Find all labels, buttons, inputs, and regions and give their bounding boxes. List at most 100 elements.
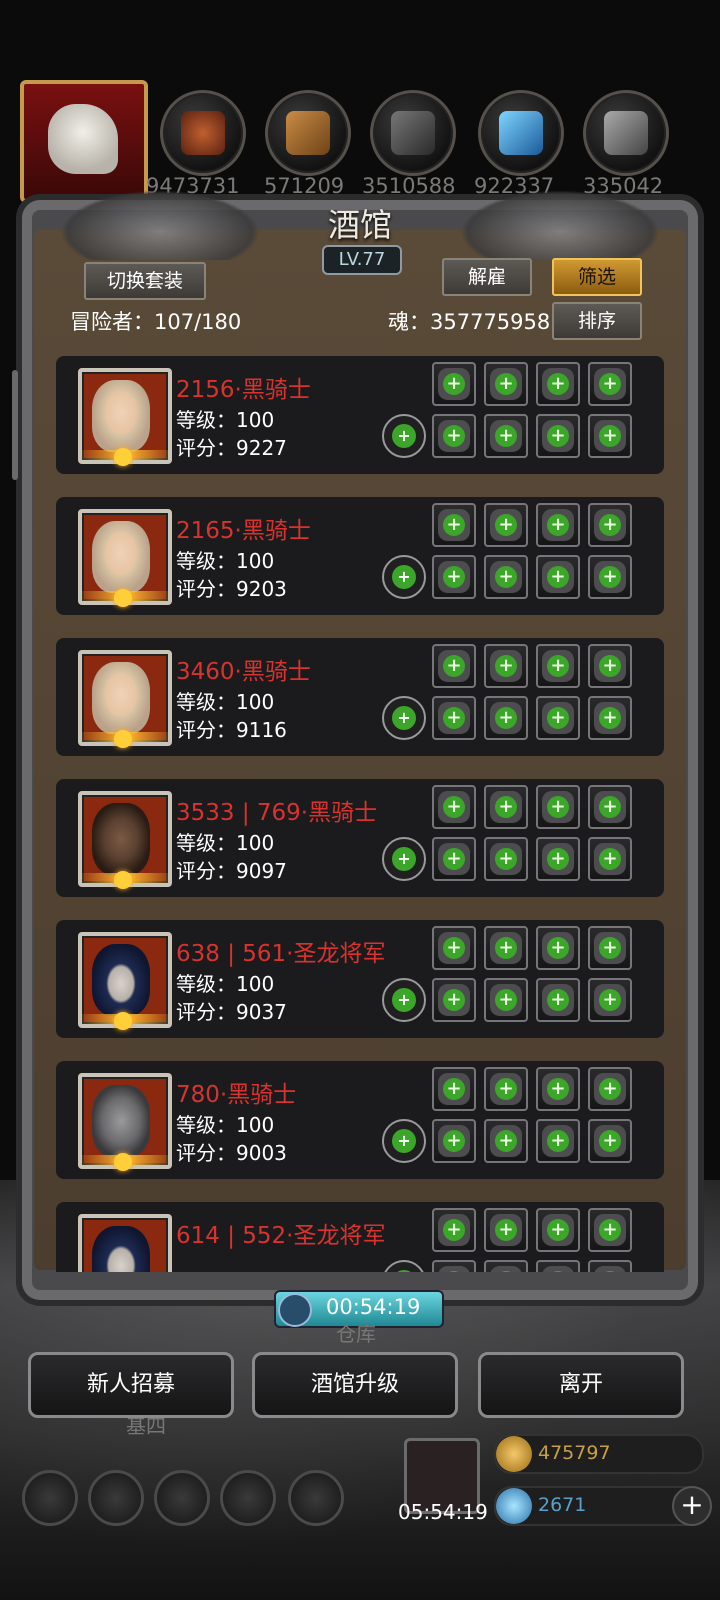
gold-value: 475797	[538, 1442, 611, 1464]
helmet-slot[interactable]: +	[432, 503, 476, 547]
amulet-slot[interactable]: +	[484, 1208, 528, 1252]
scrollbar[interactable]	[12, 370, 18, 480]
weapon-slot[interactable]: +	[432, 414, 476, 458]
weapon-slot[interactable]: +	[432, 555, 476, 599]
bracer-slot[interactable]: +	[588, 926, 632, 970]
gloves-slot[interactable]: +	[536, 555, 580, 599]
ring-slot[interactable]: +	[382, 837, 426, 881]
armor-slot[interactable]: +	[536, 644, 580, 688]
offhand-slot[interactable]: +	[484, 696, 528, 740]
moon-icon	[114, 730, 132, 748]
hero-level: 等级：100	[176, 408, 275, 432]
helmet-slot[interactable]: +	[432, 926, 476, 970]
hero-card[interactable]: 780·黑骑士 等级：100 评分：9003 + + + + + + + + +	[56, 1061, 664, 1179]
resource-stone-slot[interactable]	[370, 90, 456, 176]
gloves-slot[interactable]: +	[536, 1119, 580, 1163]
boots-slot[interactable]: +	[588, 1260, 632, 1272]
boots-slot[interactable]: +	[588, 1119, 632, 1163]
resource-meat-slot[interactable]	[160, 90, 246, 176]
settings-icon[interactable]	[22, 1470, 78, 1526]
ring-slot[interactable]: +	[382, 414, 426, 458]
boots-slot[interactable]: +	[588, 414, 632, 458]
gloves-slot[interactable]: +	[536, 978, 580, 1022]
resource-iron-slot[interactable]	[583, 90, 669, 176]
filter-button[interactable]: 筛选	[552, 258, 642, 296]
boots-slot[interactable]: +	[588, 978, 632, 1022]
add-icon: +	[599, 1078, 621, 1100]
offhand-slot[interactable]: +	[484, 555, 528, 599]
bracer-slot[interactable]: +	[588, 785, 632, 829]
hero-card[interactable]: 2156·黑骑士 等级：100 评分：9227 + + + + + + + + +	[56, 356, 664, 474]
bracer-slot[interactable]: +	[588, 644, 632, 688]
bracer-slot[interactable]: +	[588, 1208, 632, 1252]
hero-list[interactable]: 2156·黑骑士 等级：100 评分：9227 + + + + + + + + + 2165·黑骑士 等级…	[56, 356, 664, 1272]
weapon-slot[interactable]: +	[432, 1260, 476, 1272]
boots-slot[interactable]: +	[588, 696, 632, 740]
add-icon: +	[547, 425, 569, 447]
amulet-slot[interactable]: +	[484, 785, 528, 829]
resource-wood-slot[interactable]	[265, 90, 351, 176]
add-icon: +	[547, 655, 569, 677]
resource-crystal-slot[interactable]	[478, 90, 564, 176]
offhand-slot[interactable]: +	[484, 837, 528, 881]
hero-card[interactable]: 638 | 561·圣龙将军 等级：100 评分：9037 + + + + + + + + +	[56, 920, 664, 1038]
weapon-slot[interactable]: +	[432, 696, 476, 740]
offhand-slot[interactable]: +	[484, 1260, 528, 1272]
bracer-slot[interactable]: +	[588, 503, 632, 547]
weapon-slot[interactable]: +	[432, 837, 476, 881]
helmet-slot[interactable]: +	[432, 785, 476, 829]
mail-icon[interactable]	[220, 1470, 276, 1526]
amulet-slot[interactable]: +	[484, 1067, 528, 1111]
upgrade-tavern-button[interactable]: 酒馆升级	[252, 1352, 458, 1418]
gloves-slot[interactable]: +	[536, 696, 580, 740]
boots-slot[interactable]: +	[588, 555, 632, 599]
bracer-slot[interactable]: +	[588, 362, 632, 406]
hero-card[interactable]: 2165·黑骑士 等级：100 评分：9203 + + + + + + + + +	[56, 497, 664, 615]
armor-slot[interactable]: +	[536, 1208, 580, 1252]
ring-slot[interactable]: +	[382, 555, 426, 599]
helmet-slot[interactable]: +	[432, 1208, 476, 1252]
offhand-slot[interactable]: +	[484, 978, 528, 1022]
helmet-slot[interactable]: +	[432, 644, 476, 688]
ring-slot[interactable]: +	[382, 1119, 426, 1163]
chat-icon[interactable]	[288, 1470, 344, 1526]
hero-avatar[interactable]	[78, 1214, 172, 1272]
offhand-slot[interactable]: +	[484, 414, 528, 458]
ring-slot[interactable]: +	[382, 696, 426, 740]
dismiss-button[interactable]: 解雇	[442, 258, 532, 296]
amulet-slot[interactable]: +	[484, 926, 528, 970]
helmet-slot[interactable]: +	[432, 362, 476, 406]
armor-slot[interactable]: +	[536, 785, 580, 829]
meat-icon	[181, 111, 225, 155]
add-gems-button[interactable]: +	[672, 1486, 712, 1526]
armor-slot[interactable]: +	[536, 503, 580, 547]
armor-slot[interactable]: +	[536, 362, 580, 406]
leave-button[interactable]: 离开	[478, 1352, 684, 1418]
boots-slot[interactable]: +	[588, 837, 632, 881]
gloves-slot[interactable]: +	[536, 1260, 580, 1272]
gloves-slot[interactable]: +	[536, 414, 580, 458]
amulet-slot[interactable]: +	[484, 503, 528, 547]
hero-card[interactable]: 614 | 552·圣龙将军 + + + + + + + + +	[56, 1202, 664, 1272]
hero-card[interactable]: 3460·黑骑士 等级：100 评分：9116 + + + + + + + + +	[56, 638, 664, 756]
weapon-slot[interactable]: +	[432, 978, 476, 1022]
amulet-slot[interactable]: +	[484, 644, 528, 688]
hero-card[interactable]: 3533 | 769·黑骑士 等级：100 评分：9097 + + + + + + + + +	[56, 779, 664, 897]
ring-slot[interactable]: +	[382, 1260, 426, 1272]
gloves-slot[interactable]: +	[536, 837, 580, 881]
offhand-slot[interactable]: +	[484, 1119, 528, 1163]
ring-slot[interactable]: +	[382, 978, 426, 1022]
armor-slot[interactable]: +	[536, 1067, 580, 1111]
switch-outfit-button[interactable]: 切换套装	[84, 262, 206, 300]
recruit-button[interactable]: 新人招募	[28, 1352, 234, 1418]
bracer-slot[interactable]: +	[588, 1067, 632, 1111]
menu-icon[interactable]	[154, 1470, 210, 1526]
weapon-slot[interactable]: +	[432, 1119, 476, 1163]
add-icon: +	[599, 989, 621, 1011]
amulet-slot[interactable]: +	[484, 362, 528, 406]
armor-slot[interactable]: +	[536, 926, 580, 970]
star-icon[interactable]	[88, 1470, 144, 1526]
player-portrait[interactable]	[20, 80, 148, 203]
helmet-slot[interactable]: +	[432, 1067, 476, 1111]
sort-button[interactable]: 排序	[552, 302, 642, 340]
